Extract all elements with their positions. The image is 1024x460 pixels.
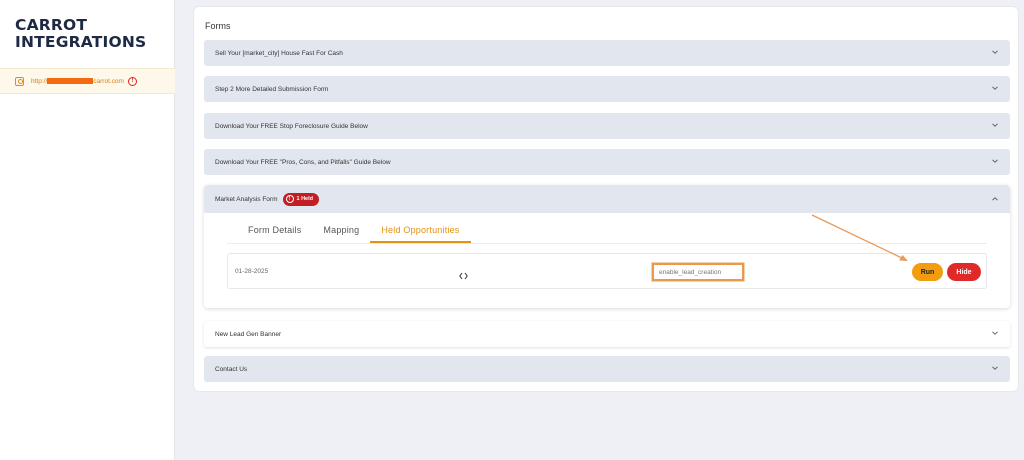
chevron-down-icon <box>992 365 998 371</box>
form-accordion-label: Download Your FREE Stop Foreclosure Guid… <box>215 122 368 130</box>
form-accordion-label: Sell Your [market_city] House Fast For C… <box>215 49 343 57</box>
tab-bar: Form Details Mapping Held Opportunities <box>237 225 471 243</box>
form-accordion-label: New Lead Gen Banner <box>215 330 282 338</box>
brand-logo: CARROT INTEGRATIONS <box>15 17 146 51</box>
chevron-down-icon <box>992 158 998 164</box>
alert-icon: ! <box>285 195 294 203</box>
sidebar-site-item[interactable]: http:// carrot.com ! <box>0 68 175 94</box>
held-date: 01-28-2025 <box>235 268 269 275</box>
chevron-down-icon <box>992 330 998 336</box>
form-accordion-label: Download Your FREE "Pros, Cons, and Pitf… <box>215 158 391 166</box>
form-accordion-label: Market Analysis Form <box>215 195 278 203</box>
tab-form-details[interactable]: Form Details <box>237 225 312 243</box>
site-url-suffix: carrot.com <box>93 77 124 85</box>
form-accordion-foreclosure-guide[interactable]: Download Your FREE Stop Foreclosure Guid… <box>204 113 1010 139</box>
chevron-down-icon <box>992 122 998 128</box>
page-title: Forms <box>205 21 231 31</box>
form-accordion-step2[interactable]: Step 2 More Detailed Submission Form <box>204 76 1010 102</box>
brand-line-1: CARROT <box>15 16 88 34</box>
brand-line-2: INTEGRATIONS <box>15 33 147 51</box>
form-accordion-contact-us[interactable]: Contact Us <box>204 356 1010 382</box>
site-icon <box>15 76 24 86</box>
hide-button[interactable]: Hide <box>947 263 981 281</box>
run-button[interactable]: Run <box>912 263 943 281</box>
form-accordion-lead-gen-banner[interactable]: New Lead Gen Banner <box>204 321 1010 347</box>
warning-icon: ! <box>127 76 137 86</box>
site-url: http:// carrot.com <box>31 78 124 85</box>
tab-divider <box>227 243 987 244</box>
sidebar: CARROT INTEGRATIONS http:// carrot.com ! <box>0 0 175 460</box>
redacted-block <box>47 78 94 84</box>
form-accordion-sell-house[interactable]: Sell Your [market_city] House Fast For C… <box>204 40 1010 66</box>
held-badge-label: 1 Held <box>296 196 314 202</box>
form-accordion-label: Contact Us <box>215 365 248 373</box>
chevron-down-icon <box>992 85 998 91</box>
tab-mapping[interactable]: Mapping <box>312 225 370 243</box>
form-accordion-label: Step 2 More Detailed Submission Form <box>215 85 329 93</box>
held-reason-field[interactable]: enable_lead_creation <box>651 262 745 282</box>
form-accordion-market-analysis: Market Analysis Form ! 1 Held Form Detai… <box>204 185 1010 308</box>
held-badge: ! 1 Held <box>282 192 320 206</box>
held-opportunity-row: 01-28-2025 enable_lead_creation Run Hide <box>227 253 987 289</box>
form-accordion-pitfalls-guide[interactable]: Download Your FREE "Pros, Cons, and Pitf… <box>204 149 1010 175</box>
tab-held-opportunities[interactable]: Held Opportunities <box>370 225 471 243</box>
form-accordion-header[interactable]: Market Analysis Form ! 1 Held <box>204 185 1010 213</box>
forms-card: Forms Sell Your [market_city] House Fast… <box>193 6 1019 392</box>
code-icon[interactable] <box>459 267 468 285</box>
chevron-down-icon <box>992 49 998 55</box>
site-url-prefix: http:// <box>31 77 48 85</box>
chevron-up-icon <box>992 196 998 202</box>
